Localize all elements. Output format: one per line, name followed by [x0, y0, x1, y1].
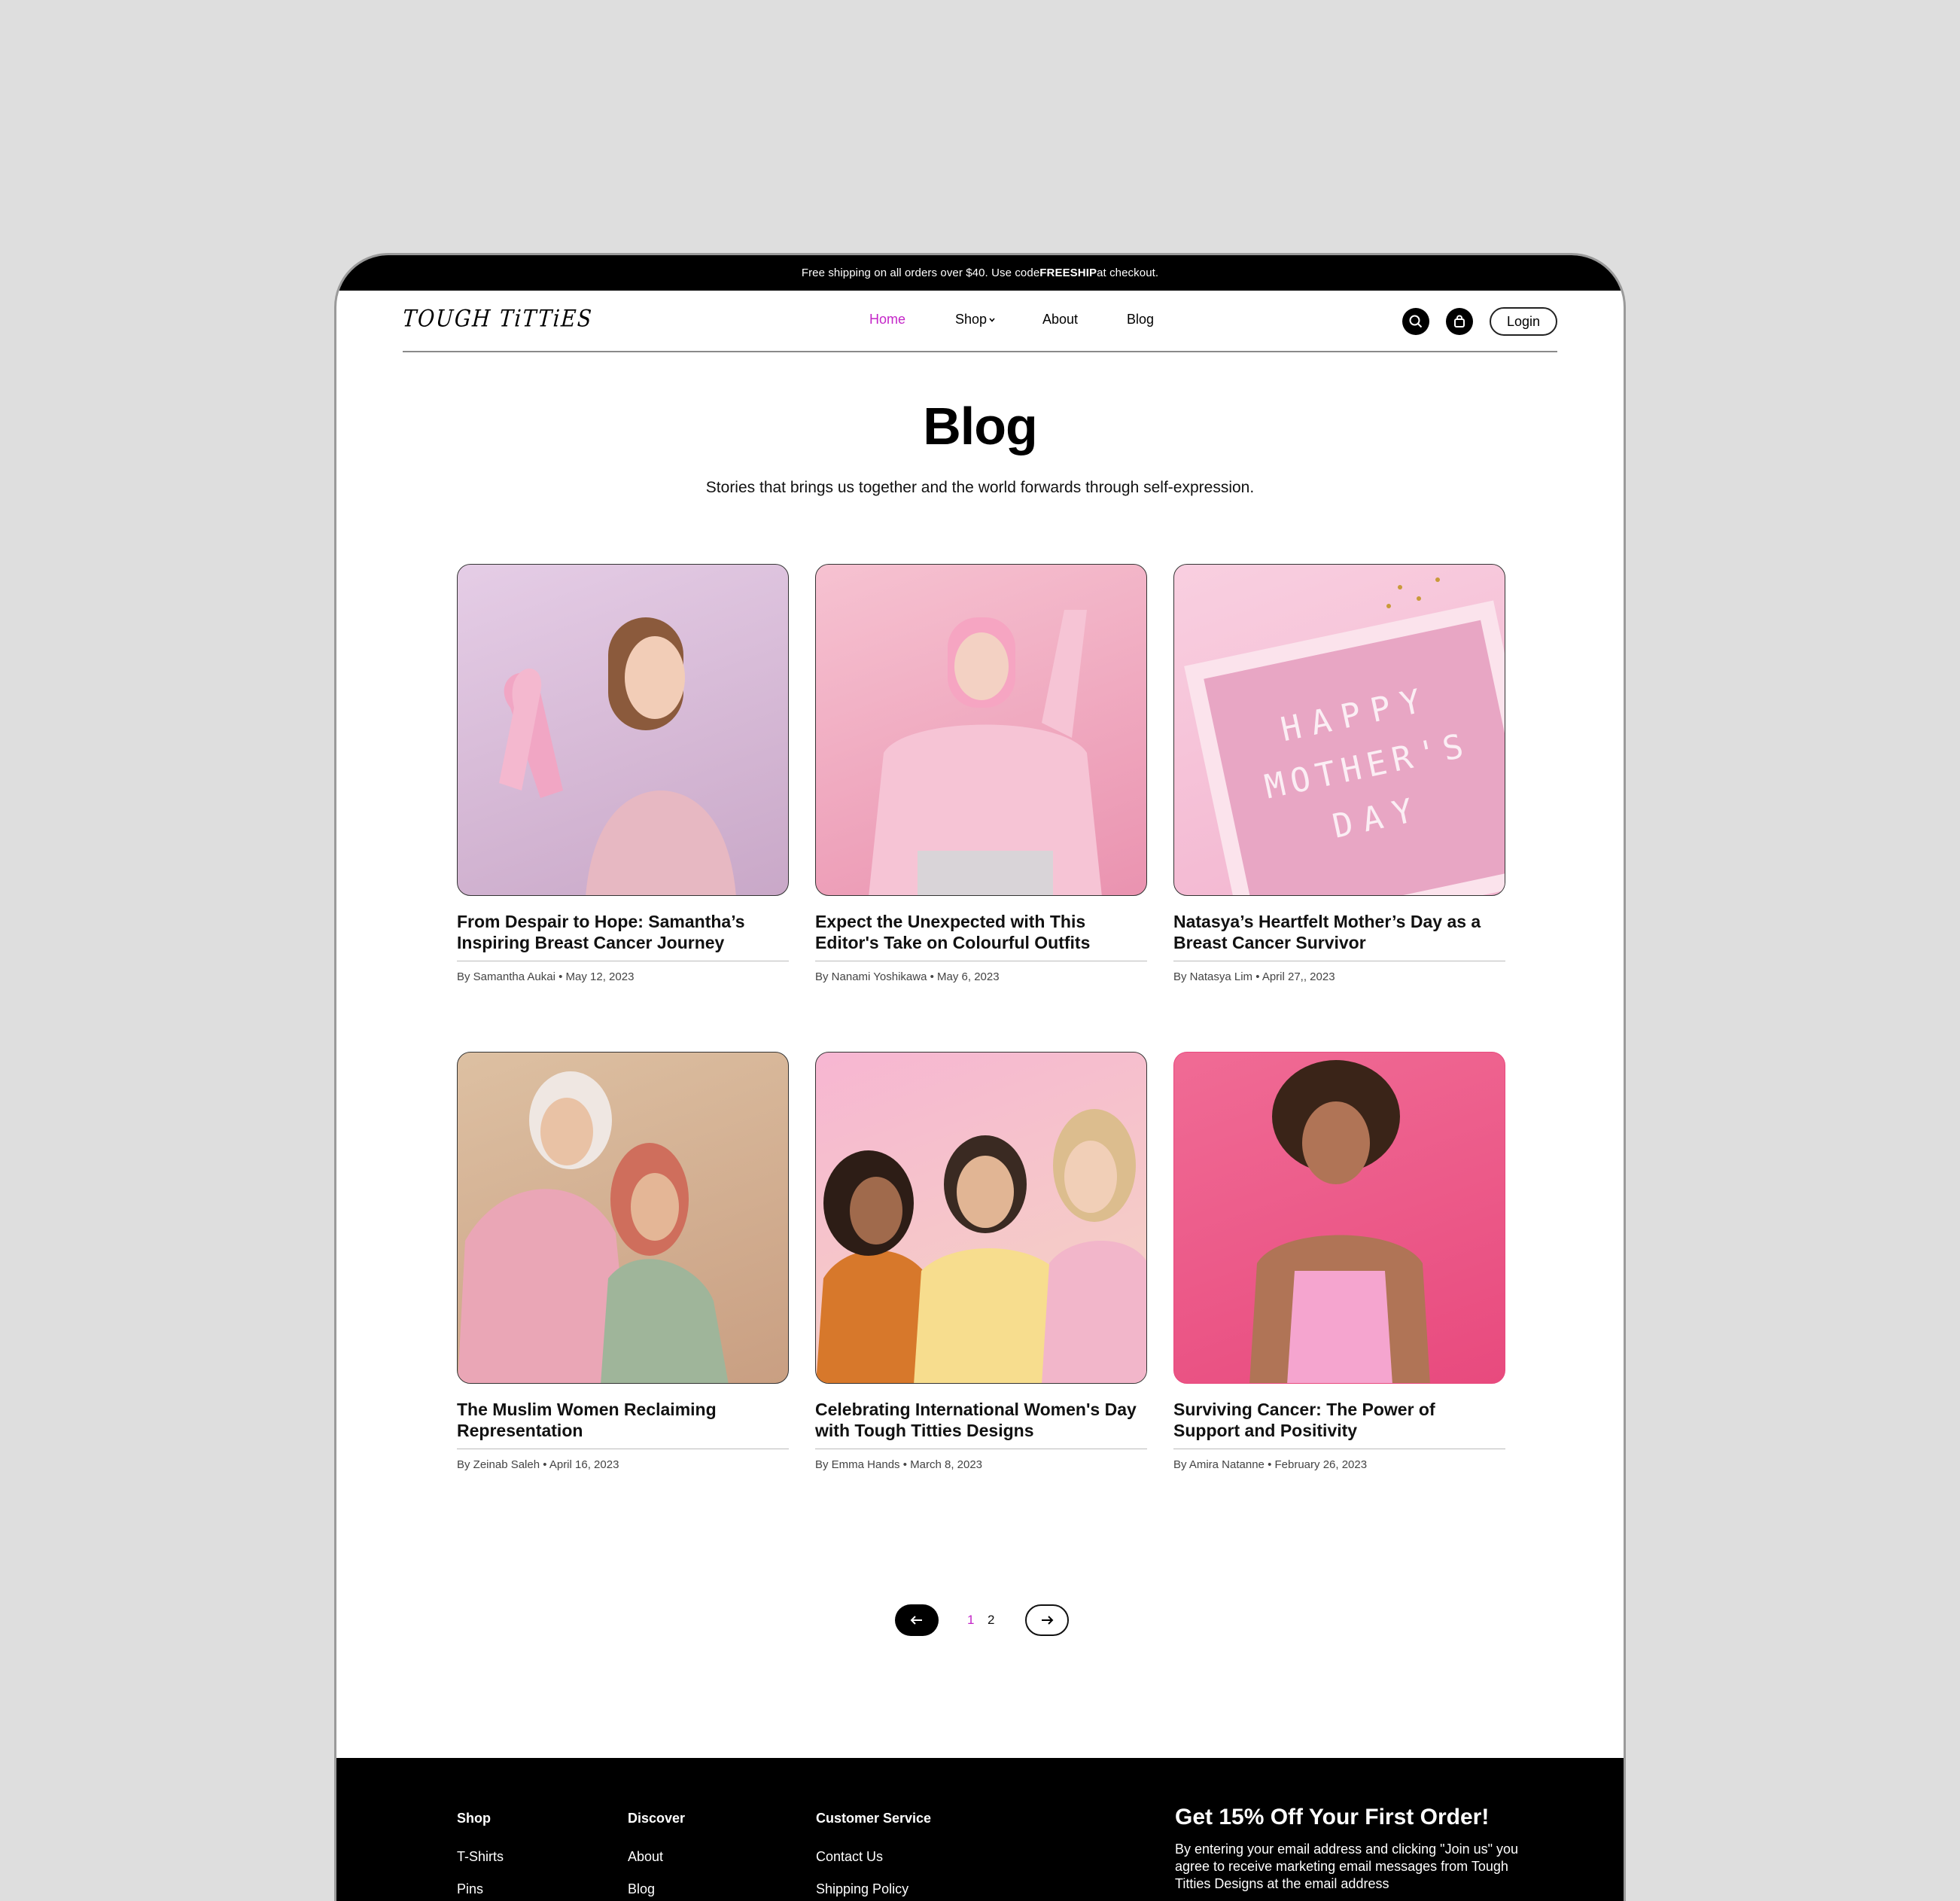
post-title[interactable]: Expect the Unexpected with This Editor's…	[815, 911, 1147, 953]
prev-page-button[interactable]	[895, 1604, 939, 1636]
post-date: April 27,, 2023	[1262, 970, 1335, 983]
post-author: By Zeinab Saleh	[457, 1458, 540, 1471]
post-date: February 26, 2023	[1274, 1458, 1368, 1471]
page-1-link[interactable]: 1	[967, 1613, 974, 1628]
next-page-button[interactable]	[1025, 1604, 1069, 1636]
post-meta: By Samantha Aukai • May 12, 2023	[457, 970, 635, 983]
search-icon	[1409, 315, 1423, 328]
browser-viewport: Free shipping on all orders over $40. Us…	[334, 253, 1626, 1901]
newsletter-promo: Get 15% Off Your First Order! By enterin…	[1175, 1805, 1521, 1893]
post-author: By Amira Natanne	[1173, 1458, 1265, 1471]
nav-shop-label: Shop	[955, 312, 988, 327]
arrow-left-icon	[910, 1616, 922, 1625]
post-image[interactable]	[815, 564, 1147, 896]
pagination: 1 2	[336, 1604, 1624, 1636]
blog-card[interactable]: Surviving Cancer: The Power of Support a…	[1173, 1052, 1505, 1471]
post-meta: By Zeinab Saleh • April 16, 2023	[457, 1458, 619, 1471]
post-meta: By Natasya Lim • April 27,, 2023	[1173, 970, 1335, 983]
nav-shop[interactable]: Shop	[955, 312, 996, 327]
post-title[interactable]: Natasya’s Heartfelt Mother’s Day as a Br…	[1173, 911, 1505, 953]
page-subtitle: Stories that brings us together and the …	[705, 479, 1255, 496]
post-title[interactable]: Surviving Cancer: The Power of Support a…	[1173, 1399, 1505, 1441]
nav-about[interactable]: About	[1042, 312, 1078, 327]
footer-link[interactable]: About	[628, 1849, 685, 1865]
promo-code: FREESHIP	[1039, 267, 1097, 279]
bag-icon	[1454, 315, 1465, 327]
blog-card[interactable]: The Muslim Women Reclaiming Representati…	[457, 1052, 789, 1471]
footer-link[interactable]: T-Shirts	[457, 1849, 504, 1865]
post-meta: By Amira Natanne • February 26, 2023	[1173, 1458, 1368, 1471]
login-button[interactable]: Login	[1490, 307, 1557, 336]
post-title[interactable]: The Muslim Women Reclaiming Representati…	[457, 1399, 789, 1441]
blog-card[interactable]: Expect the Unexpected with This Editor's…	[815, 564, 1147, 983]
newsletter-text: By entering your email address and click…	[1175, 1842, 1519, 1891]
footer-heading: Customer Service	[816, 1811, 932, 1826]
post-author: By Nanami Yoshikawa	[815, 970, 927, 983]
post-meta: By Emma Hands • March 8, 2023	[815, 1458, 983, 1471]
nav-blog[interactable]: Blog	[1127, 312, 1154, 327]
footer-heading: Shop	[457, 1811, 491, 1826]
blog-card[interactable]: From Despair to Hope: Samantha’s Inspiri…	[457, 564, 789, 983]
post-title[interactable]: Celebrating International Women's Day wi…	[815, 1399, 1147, 1441]
post-author: By Emma Hands	[815, 1458, 900, 1471]
promo-text-before: Free shipping on all orders over $40. Us…	[801, 267, 1040, 279]
page-2-link[interactable]: 2	[988, 1613, 994, 1628]
letter-board-image: HAPPY MOTHER'S DAY	[1184, 577, 1505, 895]
post-image[interactable]: HAPPY MOTHER'S DAY	[1173, 564, 1505, 896]
post-author: By Samantha Aukai	[457, 970, 555, 983]
footer-col-discover: Discover About Blog	[628, 1811, 685, 1897]
post-image[interactable]	[1173, 1052, 1505, 1384]
post-date: April 16, 2023	[549, 1458, 619, 1471]
page-title: Blog	[923, 397, 1038, 455]
footer-link[interactable]: Pins	[457, 1881, 504, 1897]
blog-card[interactable]: HAPPY MOTHER'S DAY Natasya’s Heartfelt M…	[1173, 564, 1505, 983]
post-title[interactable]: From Despair to Hope: Samantha’s Inspiri…	[457, 911, 789, 953]
arrow-right-icon	[1042, 1616, 1054, 1625]
post-image[interactable]	[457, 1052, 789, 1384]
post-date: May 6, 2023	[937, 970, 1000, 983]
main-nav: Home Shop About Blog	[403, 291, 1557, 351]
chevron-down-icon	[989, 318, 995, 322]
footer-link[interactable]: Blog	[628, 1881, 685, 1897]
footer-col-customer-service: Customer Service Contact Us Shipping Pol…	[816, 1811, 931, 1897]
footer-col-shop: Shop T-Shirts Pins	[457, 1811, 504, 1897]
post-date: May 12, 2023	[565, 970, 635, 983]
post-image[interactable]	[815, 1052, 1147, 1384]
nav-home[interactable]: Home	[869, 312, 905, 327]
footer-link[interactable]: Contact Us	[816, 1849, 931, 1865]
footer-link[interactable]: Shipping Policy	[816, 1881, 931, 1897]
post-author: By Natasya Lim	[1173, 970, 1253, 983]
promo-text-after: at checkout.	[1097, 267, 1159, 279]
site-footer: Shop T-Shirts Pins Discover About Blog C…	[336, 1758, 1624, 1901]
footer-heading: Discover	[628, 1811, 686, 1826]
promo-bar: Free shipping on all orders over $40. Us…	[336, 255, 1624, 291]
newsletter-heading: Get 15% Off Your First Order!	[1175, 1805, 1490, 1829]
blog-card[interactable]: Celebrating International Women's Day wi…	[815, 1052, 1147, 1471]
backdrop: Free shipping on all orders over $40. Us…	[0, 0, 1960, 1901]
post-meta: By Nanami Yoshikawa • May 6, 2023	[815, 970, 1000, 983]
cart-button[interactable]	[1446, 308, 1473, 335]
site-header: TOUGH TiTTiES Home Shop About Blog Login	[402, 291, 1557, 352]
post-image[interactable]	[457, 564, 789, 896]
header-actions: Login	[1402, 307, 1557, 336]
post-date: March 8, 2023	[910, 1458, 983, 1471]
search-button[interactable]	[1402, 308, 1429, 335]
